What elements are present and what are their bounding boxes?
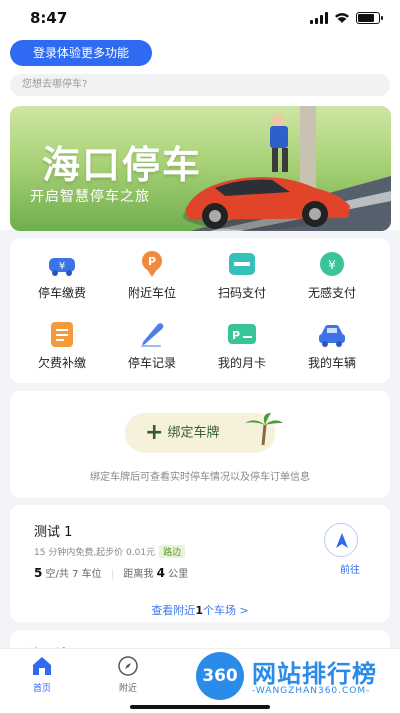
lot-price-text: 15 分钟内免费,起步价 0.01元 [34, 548, 156, 558]
service-parking-records[interactable]: 停车记录 [107, 320, 197, 371]
service-scan-pay[interactable]: 扫码支付 [197, 250, 287, 301]
service-label: 停车记录 [127, 356, 176, 370]
more-count: 1 [195, 604, 203, 617]
card-scan-icon [226, 250, 258, 278]
car-yuan-icon: ¥ [46, 250, 78, 278]
distance-value: 4 [156, 566, 165, 580]
parking-lot-card[interactable]: 测试 1 15 分钟内免费,起步价 0.01元 路边 5 空/共 7 车位 | 距… [10, 505, 390, 622]
status-badge: 路边 [159, 545, 186, 558]
search-input[interactable]: 您想去哪停车? [10, 74, 390, 96]
clock: 8:47 [30, 9, 68, 27]
total-count: 7 [72, 569, 79, 580]
service-label: 我的车辆 [307, 356, 356, 370]
more-text: 查看附近 [151, 604, 196, 617]
p-card-icon: P [226, 320, 258, 348]
service-label: 我的月卡 [217, 356, 266, 370]
service-label: 附近车位 [127, 286, 176, 300]
navigation-arrow-icon [336, 533, 348, 548]
empty-label: 空/共 [45, 569, 69, 580]
svg-text:¥: ¥ [328, 258, 336, 272]
service-label: 无感支付 [307, 286, 356, 300]
empty-count: 5 [34, 566, 43, 580]
battery-icon [356, 12, 383, 24]
view-nearby-link[interactable]: 查看附近1个车场 > [10, 602, 390, 618]
watermark-logo: 360 [196, 652, 244, 700]
service-arrears-payment[interactable]: 欠费补缴 [17, 320, 107, 371]
login-button[interactable]: 登录体验更多功能 [10, 40, 152, 66]
home-icon [31, 655, 53, 677]
distance-label: 距离我 [123, 569, 154, 580]
bill-icon [46, 320, 78, 348]
bind-plate-tip: 绑定车牌后可查看实时停车情况以及停车订单信息 [90, 472, 310, 483]
tab-nearby[interactable]: 附近 [98, 655, 158, 694]
car-icon [316, 320, 348, 348]
palm-tree-icon [245, 413, 283, 446]
svg-text:P: P [232, 329, 240, 342]
lot-price: 15 分钟内免费,起步价 0.01元 路边 [34, 545, 186, 558]
watermark-url: -WANGZHAN360.COM- [252, 686, 371, 696]
banner-title: 海口停车 [42, 143, 203, 187]
services-grid: ¥ 停车缴费 P 附近车位 扫码支付 ¥ 无感支付 欠费补缴 停车记录 P 我的… [10, 238, 390, 383]
service-label: 欠费补缴 [37, 356, 86, 370]
bind-plate-label: 绑定车牌 [167, 425, 220, 441]
service-monthly-card[interactable]: P 我的月卡 [197, 320, 287, 371]
distance-unit: 公里 [168, 569, 189, 580]
navigate-label: 前往 [340, 565, 360, 576]
tab-home[interactable]: 首页 [12, 655, 72, 694]
yuan-coin-icon: ¥ [316, 250, 348, 278]
watermark-brand: 网站排行榜 [252, 660, 377, 688]
plus-icon: + [145, 420, 164, 445]
promo-banner[interactable]: 海口停车 开启智慧停车之旅 [10, 106, 391, 231]
tab-home-label: 首页 [32, 684, 51, 694]
bind-plate-button[interactable]: + 绑定车牌 [125, 413, 283, 453]
lot-availability: 5 空/共 7 车位 | 距离我 4 公里 [34, 566, 189, 580]
compass-icon [117, 655, 139, 677]
service-label: 扫码支付 [217, 286, 266, 300]
tab-nearby-label: 附近 [118, 684, 137, 694]
pen-icon [136, 320, 168, 348]
total-label: 车位 [81, 569, 102, 580]
watermark: 360 网站排行榜 -WANGZHAN360.COM- [188, 644, 400, 706]
wifi-icon [335, 13, 349, 23]
home-indicator [130, 705, 270, 709]
status-bar: 8:47 [0, 0, 400, 38]
banner-subtitle: 开启智慧停车之旅 [30, 189, 150, 205]
navigate-button[interactable] [324, 523, 358, 557]
lot-name: 测试 1 [34, 525, 73, 540]
service-parking-payment[interactable]: ¥ 停车缴费 [17, 250, 107, 301]
parking-pin-icon: P [136, 250, 168, 278]
service-contactless-pay[interactable]: ¥ 无感支付 [287, 250, 377, 301]
service-my-vehicles[interactable]: 我的车辆 [287, 320, 377, 371]
bind-plate-card: + 绑定车牌 绑定车牌后可查看实时停车情况以及停车订单信息 [10, 391, 390, 498]
more-text-tail: 个车场 > [202, 604, 249, 617]
svg-text:¥: ¥ [59, 261, 65, 272]
service-label: 停车缴费 [37, 286, 86, 300]
svg-text:P: P [148, 255, 156, 268]
service-nearby-spaces[interactable]: P 附近车位 [107, 250, 197, 301]
signal-icon [310, 12, 328, 24]
